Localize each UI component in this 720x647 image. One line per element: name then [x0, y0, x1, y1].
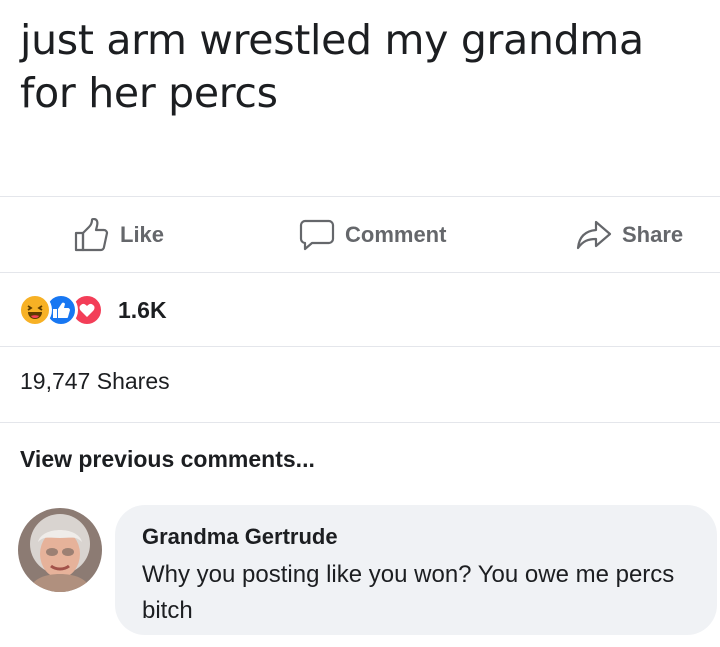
- divider: [0, 272, 720, 273]
- comment-label: Comment: [345, 222, 447, 247]
- shares-count[interactable]: 19,747 Shares: [20, 368, 170, 395]
- speech-bubble-icon: [299, 218, 335, 252]
- view-previous-comments-link[interactable]: View previous comments...: [20, 446, 315, 473]
- share-label: Share: [622, 222, 684, 247]
- share-button[interactable]: Share: [576, 218, 683, 252]
- avatar[interactable]: [18, 508, 102, 592]
- comment-author[interactable]: Grandma Gertrude: [142, 524, 338, 550]
- like-button[interactable]: Like: [74, 218, 164, 252]
- post-action-bar: Like Comment Share: [0, 196, 720, 272]
- divider: [0, 422, 720, 423]
- reactions-summary[interactable]: 1.6K: [18, 290, 167, 330]
- comment-button[interactable]: Comment: [299, 218, 446, 252]
- comment-bubble: Grandma Gertrude Why you posting like yo…: [115, 505, 717, 635]
- like-label: Like: [120, 222, 165, 247]
- reaction-count: 1.6K: [118, 296, 167, 323]
- share-arrow-icon: [576, 218, 612, 252]
- divider: [0, 346, 720, 347]
- comment-text: Why you posting like you won? You owe me…: [142, 561, 675, 624]
- thumbs-up-icon: [74, 218, 110, 252]
- haha-icon: [18, 293, 52, 327]
- post-text: just arm wrestled my grandma for her per…: [20, 16, 644, 117]
